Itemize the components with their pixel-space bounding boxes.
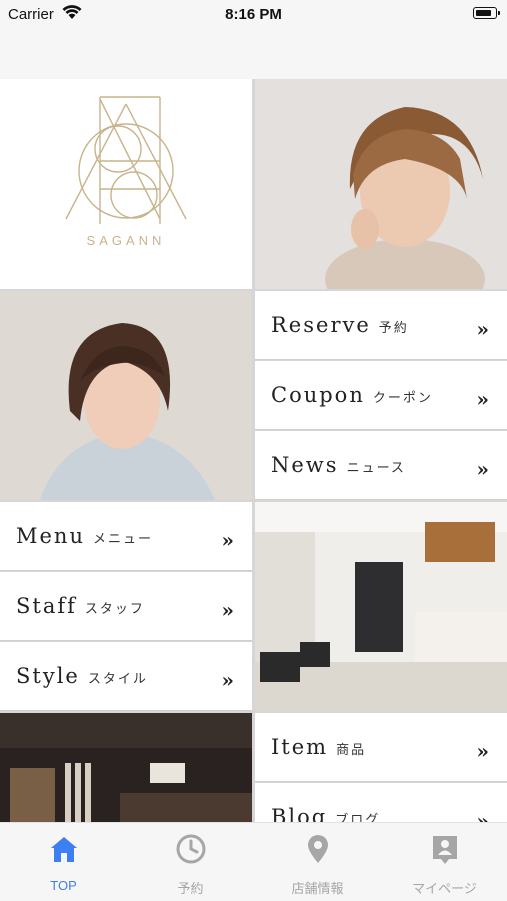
model-photo-2[interactable] xyxy=(0,291,252,500)
salon-photo-image xyxy=(255,502,507,711)
menu-tile-item[interactable]: Item 商品 » xyxy=(255,713,507,782)
profile-icon xyxy=(429,833,461,870)
salon-photo-image xyxy=(0,713,252,822)
menu-label-en: Blog ブログ xyxy=(271,805,381,822)
tab-top[interactable]: TOP xyxy=(0,823,127,901)
home-icon xyxy=(48,833,80,870)
menu-label-en: Style スタイル xyxy=(16,664,148,688)
chevron-right-icon: » xyxy=(221,598,235,622)
status-bar: Carrier 8:16 PM xyxy=(0,0,507,30)
salon-interior-photo[interactable] xyxy=(255,502,507,711)
tab-label: 店舗情報 xyxy=(291,881,344,896)
chevron-right-icon: » xyxy=(476,809,490,822)
menu-grid: SAGANN Reserve 予約 » Coupon クーポン » News ニ… xyxy=(0,79,507,822)
menu-tile-coupon[interactable]: Coupon クーポン » xyxy=(255,361,507,430)
model-photo-image xyxy=(255,79,507,289)
chevron-right-icon: » xyxy=(221,668,235,692)
battery-icon xyxy=(473,7,500,19)
clock-time: 8:16 PM xyxy=(225,6,282,23)
model-photo-image xyxy=(0,291,252,500)
clock-icon xyxy=(175,833,207,870)
menu-label-en: Menu メニュー xyxy=(16,524,153,548)
tab-reserve[interactable]: 予約 xyxy=(127,823,254,901)
menu-tile-reserve[interactable]: Reserve 予約 » xyxy=(255,291,507,360)
chevron-right-icon: » xyxy=(476,387,490,411)
menu-label-en: Reserve 予約 xyxy=(271,313,409,337)
chevron-right-icon: » xyxy=(476,457,490,481)
chevron-right-icon: » xyxy=(476,739,490,763)
menu-tile-blog[interactable]: Blog ブログ » xyxy=(255,783,507,822)
tab-store-info[interactable]: 店舗情報 xyxy=(254,823,381,901)
menu-tile-news[interactable]: News ニュース » xyxy=(255,431,507,500)
menu-label-en: News ニュース xyxy=(271,453,406,477)
chevron-right-icon: » xyxy=(476,317,490,341)
menu-tile-style[interactable]: Style スタイル » xyxy=(0,642,252,711)
menu-tile-menu[interactable]: Menu メニュー » xyxy=(0,502,252,571)
model-photo-1[interactable] xyxy=(255,79,507,289)
logo-text: SAGANN xyxy=(87,233,166,248)
navigation-bar xyxy=(0,30,507,79)
menu-label-en: Staff スタッフ xyxy=(16,594,145,618)
chevron-right-icon: » xyxy=(221,528,235,552)
logo-tile: SAGANN xyxy=(0,79,252,289)
tab-label: TOP xyxy=(50,878,77,893)
menu-label-en: Item 商品 xyxy=(271,735,367,759)
tab-label: マイページ xyxy=(412,881,477,896)
menu-label-en: Coupon クーポン xyxy=(271,383,433,407)
menu-tile-staff[interactable]: Staff スタッフ » xyxy=(0,572,252,641)
map-pin-icon xyxy=(302,833,334,870)
tab-label: 予約 xyxy=(177,881,204,896)
tab-bar: TOP 予約 店舗情報 マイページ xyxy=(0,822,507,901)
sagann-logo-icon: SAGANN xyxy=(65,96,187,248)
tab-mypage[interactable]: マイページ xyxy=(381,823,507,901)
salon-chairs-photo[interactable] xyxy=(0,713,252,822)
